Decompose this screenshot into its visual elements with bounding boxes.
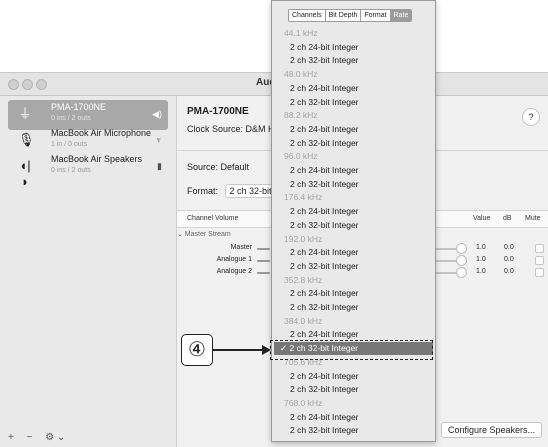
format-option[interactable]: 2 ch 24-bit Integer xyxy=(272,370,435,383)
format-option[interactable]: 2 ch 32-bit Integer xyxy=(272,301,435,314)
format-option[interactable]: 2 ch 24-bit Integer xyxy=(272,246,435,259)
volume-db: 0.0 xyxy=(504,244,514,251)
device-item-macbook-air-speakers[interactable]: ◖|◗ MacBook Air Speakers 0 ins / 2 outs … xyxy=(8,152,168,189)
volume-slider-knob[interactable] xyxy=(456,243,467,254)
volume-slider-knob[interactable] xyxy=(456,267,467,278)
rate-header: 176.4 kHz xyxy=(284,192,323,203)
format-option[interactable]: 2 ch 32-bit Integer xyxy=(272,137,435,150)
source-select[interactable]: Source: Default xyxy=(187,162,249,172)
channel-label: Analogue 2 xyxy=(216,268,252,275)
col-mute: Mute xyxy=(525,215,541,222)
format-option[interactable]: 2 ch 24-bit Integer xyxy=(272,287,435,300)
highlight-dashed-box xyxy=(270,340,433,360)
device-io: 0 ins / 2 outs xyxy=(51,167,91,174)
device-io: 0 ins / 2 outs xyxy=(51,115,91,122)
mute-checkbox[interactable] xyxy=(535,256,544,265)
rate-header: 352.8 kHz xyxy=(284,274,323,285)
device-io: 1 in / 0 outs xyxy=(51,141,88,148)
rate-header: 88.2 kHz xyxy=(284,110,318,121)
format-select[interactable]: 2 ch 32-bit xyxy=(224,184,277,198)
format-row: Format: 2 ch 32-bit xyxy=(187,184,277,198)
microphone-icon: 🎙 xyxy=(18,132,35,147)
rate-header: 384.0 kHz xyxy=(284,315,323,326)
configure-speakers-button[interactable]: Configure Speakers... xyxy=(440,422,542,438)
sort-tab-channels[interactable]: Channels xyxy=(289,10,326,21)
volume-value: 1.0 xyxy=(476,244,486,251)
format-option[interactable]: 2 ch 32-bit Integer xyxy=(272,54,435,67)
volume-slider-knob[interactable] xyxy=(456,255,467,266)
format-label: Format: xyxy=(187,186,219,196)
format-option[interactable]: 2 ch 32-bit Integer xyxy=(272,96,435,109)
speaker-icon: ◖|◗ xyxy=(19,158,31,189)
rate-header: 192.0 kHz xyxy=(284,233,323,244)
format-option[interactable]: 2 ch 32-bit Integer xyxy=(272,219,435,232)
volume-db: 0.0 xyxy=(504,256,514,263)
volume-value: 1.0 xyxy=(476,268,486,275)
channel-label: Analogue 1 xyxy=(216,256,252,263)
step-callout: ④ xyxy=(181,334,213,366)
col-channel-volume: Channel Volume xyxy=(187,215,239,222)
volume-slider-track-right[interactable] xyxy=(435,260,457,262)
alert-badge-icon: ▮ xyxy=(157,161,162,171)
help-button[interactable]: ? xyxy=(522,108,540,126)
col-value: Value xyxy=(473,215,491,222)
device-name: MacBook Air Microphone xyxy=(51,128,152,138)
minimize-window-button[interactable] xyxy=(22,79,33,90)
callout-arrow-line xyxy=(212,349,264,351)
zoom-window-button[interactable] xyxy=(36,79,47,90)
sort-tab-format[interactable]: Format xyxy=(361,10,391,21)
rate-header: 96.0 kHz xyxy=(284,151,318,162)
rate-header: 768.0 kHz xyxy=(284,397,323,408)
callout-arrow-head xyxy=(262,345,271,355)
speaker-output-icon: ◀) xyxy=(152,109,162,119)
mute-checkbox[interactable] xyxy=(535,244,544,253)
format-option[interactable]: 2 ch 32-bit Integer xyxy=(272,424,435,437)
device-sidebar: ⏚ PMA-1700NE 0 ins / 2 outs ◀) 🎙 MacBook… xyxy=(0,96,177,447)
usb-icon: ⏚ xyxy=(18,106,32,121)
sort-tabs: Channels Bit Depth Format Rate xyxy=(288,9,413,22)
sidebar-toolbar: + − ⚙ ⌄ xyxy=(8,432,75,443)
gear-menu-button[interactable]: ⚙ ⌄ xyxy=(45,432,65,443)
sort-tab-bit-depth[interactable]: Bit Depth xyxy=(326,10,362,21)
close-window-button[interactable] xyxy=(8,79,19,90)
format-option[interactable]: 2 ch 32-bit Integer xyxy=(272,178,435,191)
add-device-button[interactable]: + xyxy=(8,432,14,443)
volume-slider-track[interactable] xyxy=(257,272,270,274)
clock-source-select[interactable]: Clock Source: D&M H xyxy=(187,124,275,134)
volume-db: 0.0 xyxy=(504,268,514,275)
format-option[interactable]: 2 ch 32-bit Integer xyxy=(272,383,435,396)
device-name: MacBook Air Speakers xyxy=(51,154,143,164)
mute-checkbox[interactable] xyxy=(535,268,544,277)
format-option[interactable]: 2 ch 24-bit Integer xyxy=(272,82,435,95)
col-db: dB xyxy=(503,215,512,222)
rate-header: 44.1 kHz xyxy=(284,28,318,38)
volume-slider-track-right[interactable] xyxy=(435,248,457,250)
device-title: PMA-1700NE xyxy=(187,106,249,117)
format-dropdown-menu: Channels Bit Depth Format Rate 44.1 kHz 2 ch… xyxy=(271,0,436,442)
channel-label: Master xyxy=(230,244,252,251)
mic-input-icon: ♆ xyxy=(155,135,162,145)
volume-slider-track[interactable] xyxy=(257,260,270,262)
format-option[interactable]: 2 ch 24-bit Integer xyxy=(272,411,435,424)
device-name: PMA-1700NE xyxy=(51,102,107,112)
format-option[interactable]: 2 ch 32-bit Integer xyxy=(272,260,435,273)
sort-tab-rate[interactable]: Rate xyxy=(390,10,412,21)
master-stream-disclosure[interactable]: ⌄ Master Stream xyxy=(177,230,231,238)
format-option[interactable]: 2 ch 24-bit Integer xyxy=(272,205,435,218)
remove-device-button[interactable]: − xyxy=(27,432,33,443)
volume-value: 1.0 xyxy=(476,256,486,263)
format-option[interactable]: 2 ch 24-bit Integer xyxy=(272,123,435,136)
rate-header: 48.0 kHz xyxy=(284,69,318,80)
volume-slider-track[interactable] xyxy=(257,248,270,250)
format-option[interactable]: 2 ch 24-bit Integer xyxy=(272,164,435,177)
format-option[interactable]: 2 ch 24-bit Integer xyxy=(272,41,435,54)
